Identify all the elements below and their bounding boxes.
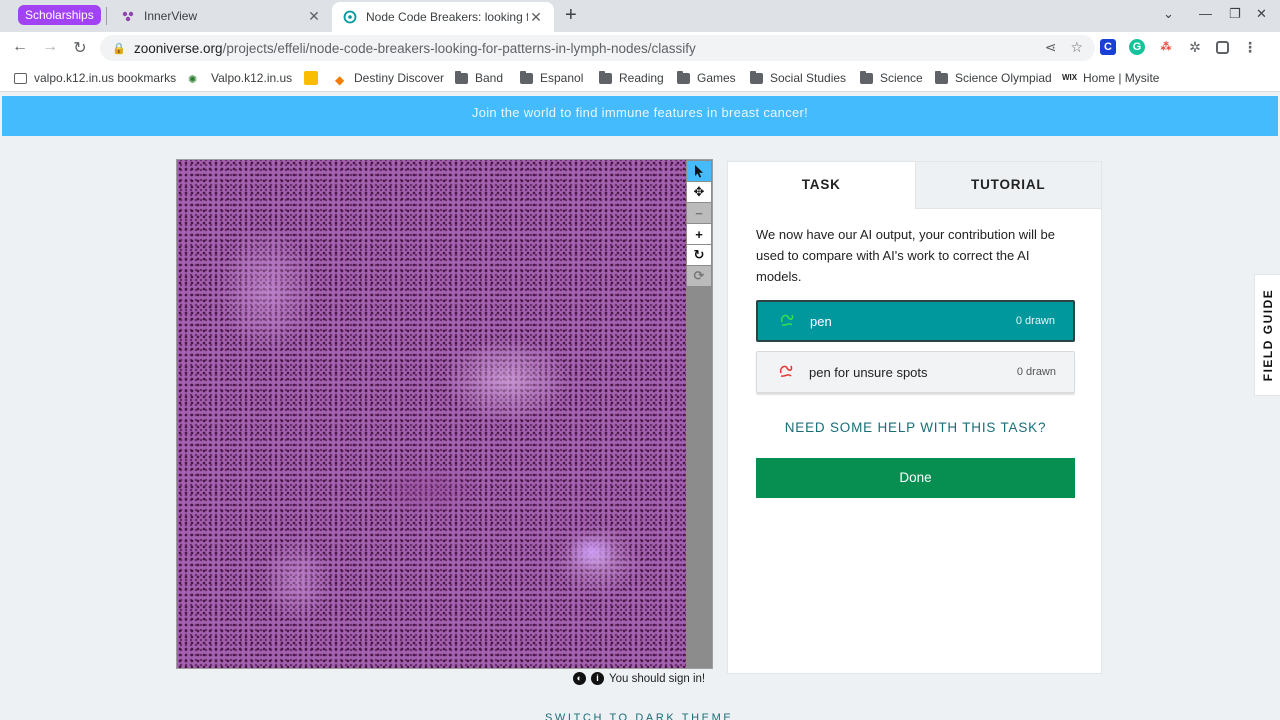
folder-icon	[455, 70, 468, 84]
close-icon[interactable]: ✕	[528, 9, 544, 26]
field-guide-label: FIELD GUIDE	[1260, 288, 1275, 382]
bookmark-star-icon[interactable]: ☆	[1070, 39, 1083, 56]
tab-group-chip[interactable]: Scholarships	[18, 5, 101, 25]
pen-tool-icon	[780, 313, 794, 330]
tool-pen-unsure-spots[interactable]: pen for unsure spots 0 drawn	[756, 351, 1075, 393]
share-icon[interactable]: ⋖	[1045, 39, 1057, 56]
forward-icon[interactable]: →	[40, 38, 60, 56]
tool-label: pen for unsure spots	[809, 364, 928, 380]
unsure-pen-tool-icon	[779, 364, 793, 381]
close-window-icon[interactable]: ✕	[1256, 6, 1267, 22]
folder-icon	[677, 70, 690, 84]
menu-kebab-icon[interactable]: ⋮	[1242, 39, 1258, 55]
tab-separator	[106, 7, 107, 25]
reload-icon[interactable]: ↻	[70, 38, 90, 58]
address-bar[interactable]: 🔒 zooniverse.org/projects/effeli/node-co…	[100, 35, 1095, 61]
bookmark-espanol[interactable]: Espanol	[520, 70, 583, 85]
done-button[interactable]: Done	[756, 458, 1075, 498]
switch-dark-theme-link[interactable]: SWITCH TO DARK THEME	[545, 712, 733, 720]
annotate-pointer-icon[interactable]	[687, 161, 711, 181]
minimize-icon[interactable]: —	[1199, 6, 1212, 21]
tab-node-code-breakers[interactable]: Node Code Breakers: looking for ✕	[332, 2, 554, 32]
bookmark-social-studies[interactable]: Social Studies	[750, 70, 846, 85]
move-icon[interactable]: ✥	[687, 182, 711, 202]
task-panel-tabs: TASK TUTORIAL	[728, 162, 1101, 209]
zoom-in-icon[interactable]: +	[687, 224, 711, 244]
back-icon[interactable]: ←	[10, 38, 30, 56]
tool-pen[interactable]: pen 0 drawn	[756, 300, 1075, 342]
folder-icon	[599, 70, 612, 84]
browser-tabstrip: Scholarships InnerView ✕ Node Code Break…	[0, 0, 1280, 32]
bookmark-science[interactable]: Science	[860, 70, 923, 85]
zooniverse-favicon-icon	[342, 9, 358, 25]
info-icon[interactable]: i	[591, 672, 604, 685]
extension-c-icon[interactable]: C	[1100, 39, 1116, 55]
bookmarks-bar: valpo.k12.in.us bookmarks ✺ Valpo.k12.in.…	[0, 64, 1280, 92]
lymph-node-tissue-image[interactable]	[177, 160, 686, 668]
lock-icon: 🔒	[112, 42, 126, 55]
project-announcement-banner: Join the world to find immune features i…	[2, 96, 1278, 136]
reset-icon[interactable]: ⟳	[687, 266, 711, 286]
bookmark-games[interactable]: Games	[677, 70, 736, 85]
close-icon[interactable]: ✕	[306, 8, 322, 25]
tool-label: pen	[810, 313, 832, 329]
sign-in-notice: ◐ i You should sign in!	[573, 672, 705, 685]
folder-icon	[520, 70, 533, 84]
bookmark-band[interactable]: Band	[455, 70, 503, 85]
zoom-out-icon[interactable]: −	[687, 203, 711, 223]
innerview-favicon-icon	[120, 8, 136, 24]
rotate-icon[interactable]: ↻	[687, 245, 711, 265]
tab-title: Node Code Breakers: looking for	[366, 10, 528, 24]
task-instructions: We now have our AI output, your contribu…	[756, 227, 1055, 284]
keep-notes-icon	[304, 71, 318, 85]
url-host: zooniverse.org	[134, 40, 223, 56]
valpo-logo-icon: ✺	[188, 73, 198, 86]
tool-count: 0 drawn	[1016, 366, 1056, 378]
subject-viewer[interactable]: ✥ − + ↻ ⟳	[176, 159, 713, 669]
extensions-puzzle-icon[interactable]: ✲	[1187, 39, 1203, 55]
folder-icon	[935, 70, 948, 84]
tab-title: InnerView	[144, 9, 198, 23]
task-panel: TASK TUTORIAL We now have our AI output,…	[727, 161, 1102, 674]
tab-tutorial[interactable]: TUTORIAL	[914, 162, 1101, 209]
extension-dots-icon[interactable]: ⁂	[1158, 39, 1174, 55]
bookmark-valpo[interactable]: ✺ Valpo.k12.in.us	[188, 71, 292, 86]
bookmark-reading[interactable]: Reading	[599, 70, 664, 85]
browser-toolbar: ← → ↻ 🔒 zooniverse.org/projects/effeli/n…	[0, 32, 1280, 64]
contrast-icon[interactable]: ◐	[573, 672, 586, 685]
field-guide-tab[interactable]: FIELD GUIDE	[1254, 274, 1280, 396]
restore-icon[interactable]: ❐	[1229, 6, 1241, 22]
bookmark-destiny[interactable]: ◆ Destiny Discover	[335, 71, 444, 87]
bookmark-folder-box-icon	[14, 72, 27, 84]
bookmark-science-olympiad[interactable]: Science Olympiad	[935, 70, 1052, 85]
url-path: /projects/effeli/node-code-breakers-look…	[222, 40, 696, 56]
task-help-link[interactable]: NEED SOME HELP WITH THIS TASK?	[756, 420, 1075, 435]
tab-innerview[interactable]: InnerView ✕	[110, 0, 332, 32]
tab-search-icon[interactable]: ⌄	[1163, 6, 1174, 22]
tool-count: 0 drawn	[1015, 315, 1055, 327]
folder-icon	[750, 70, 763, 84]
destiny-logo-icon: ◆	[335, 72, 345, 87]
grammarly-icon[interactable]: G	[1129, 39, 1145, 55]
bookmark-home-mysite[interactable]: WIX Home | Mysite	[1062, 71, 1159, 85]
tab-task[interactable]: TASK	[728, 162, 915, 209]
sign-in-text: You should sign in!	[609, 672, 706, 685]
folder-icon	[860, 70, 873, 84]
bookmark-keep[interactable]	[304, 71, 318, 85]
viewer-toolbar: ✥ − + ↻ ⟳	[686, 160, 712, 286]
bookmark-valpo-bookmarks[interactable]: valpo.k12.in.us bookmarks	[14, 71, 176, 85]
wix-logo-icon: WIX	[1062, 72, 1078, 82]
new-tab-button[interactable]: +	[565, 4, 577, 27]
side-panel-icon[interactable]	[1216, 40, 1229, 54]
